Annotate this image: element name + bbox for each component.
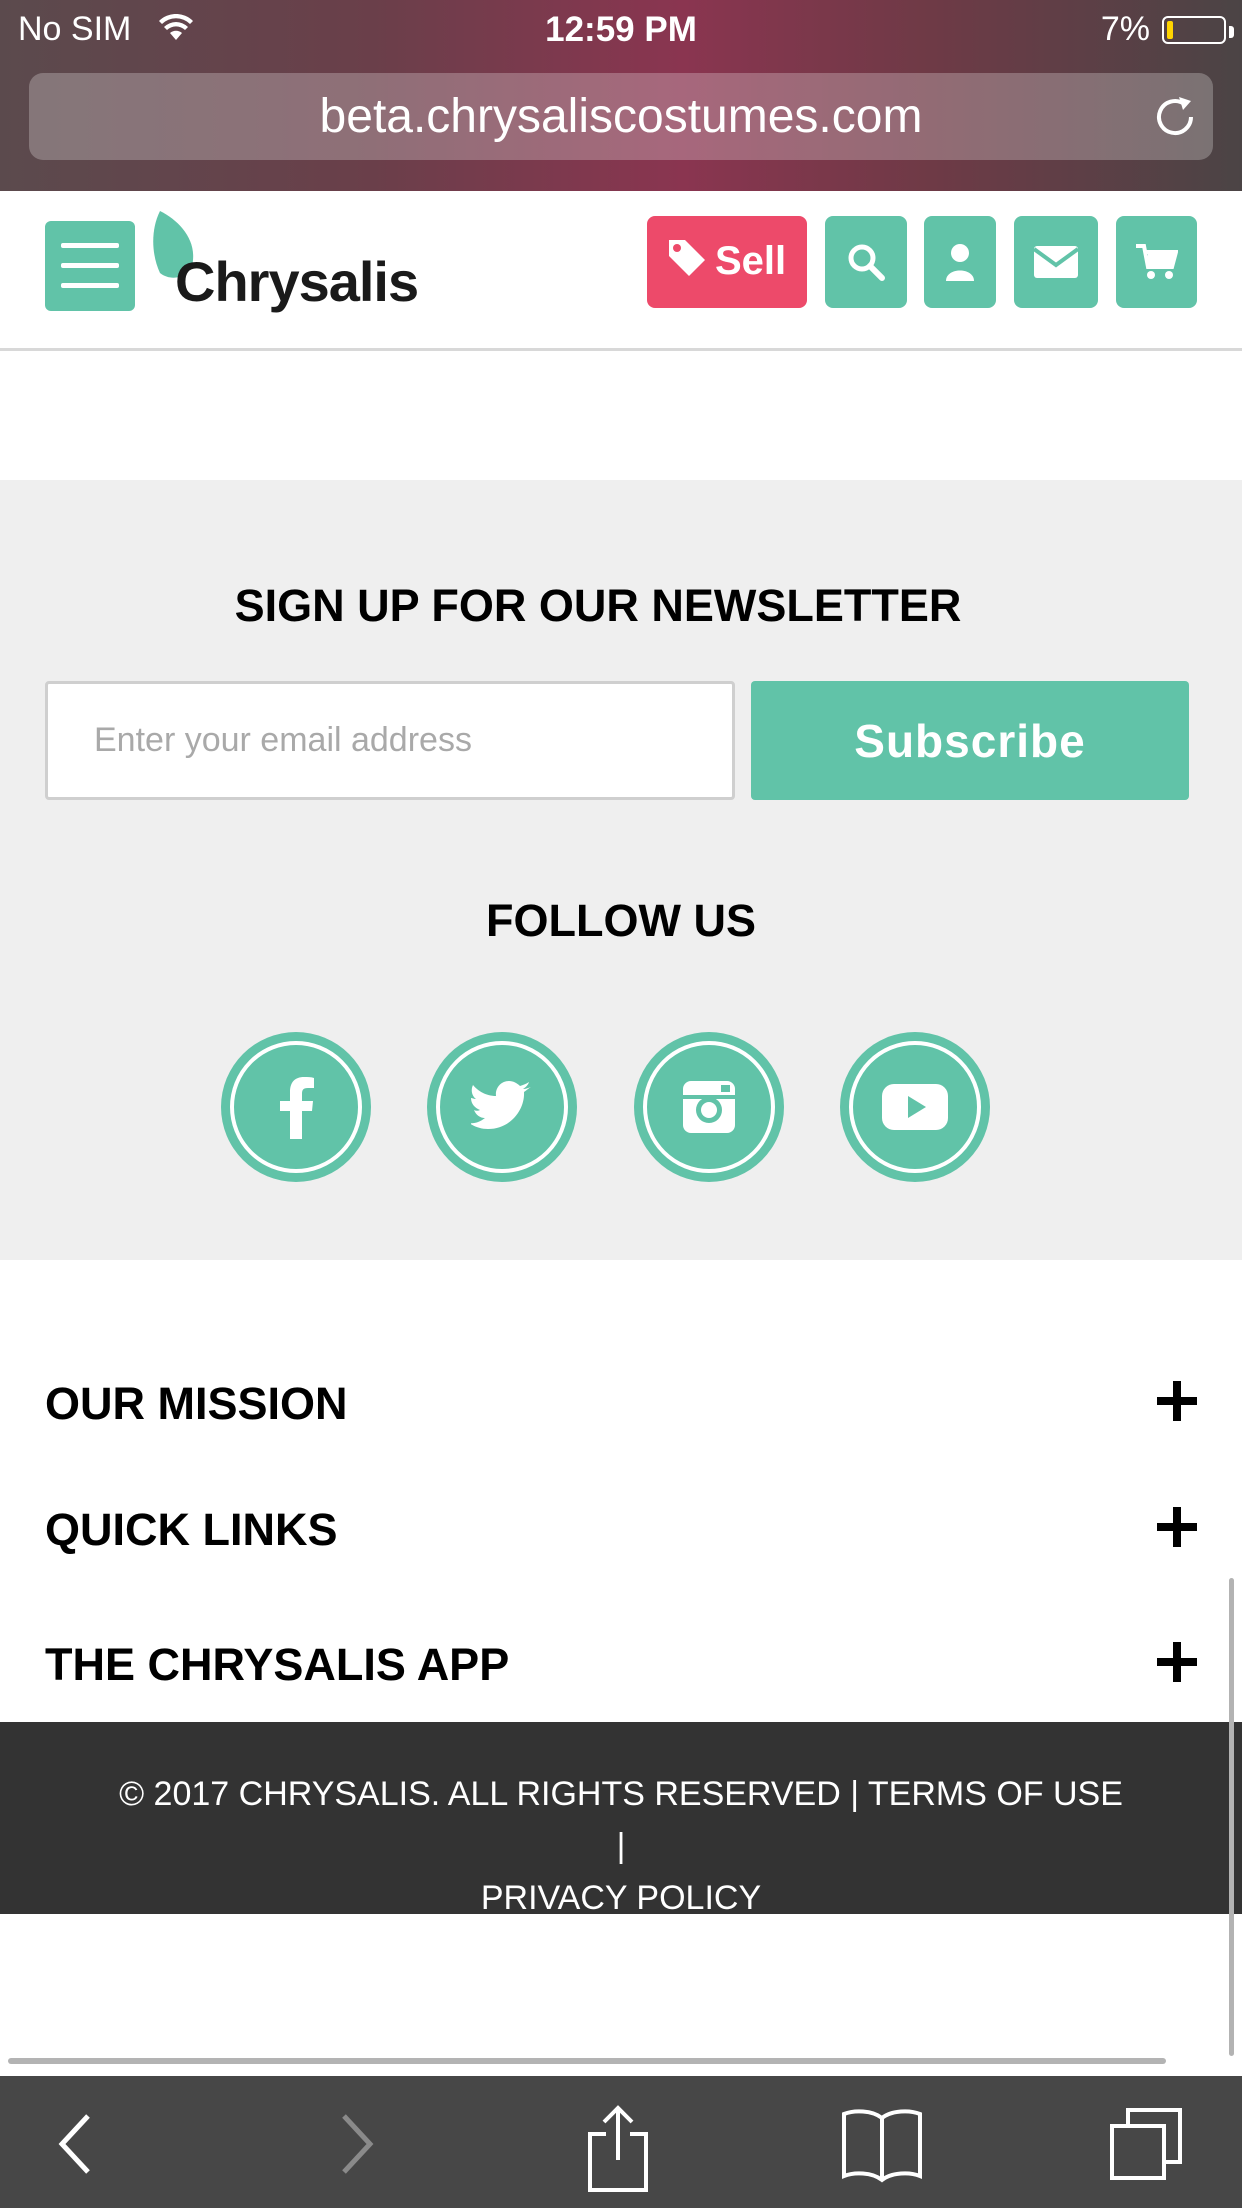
chevron-right-icon	[342, 2114, 374, 2174]
email-field[interactable]	[45, 681, 735, 800]
newsletter-title: SIGN UP FOR OUR NEWSLETTER	[234, 580, 962, 631]
copyright-text: © 2017 CHRYSALIS. ALL RIGHTS RESERVED | …	[110, 1768, 1132, 1924]
plus-icon[interactable]	[1157, 1631, 1197, 1691]
accordion-our-mission[interactable]: OUR MISSION	[45, 1358, 1197, 1448]
open-book-icon	[842, 2109, 922, 2183]
sell-label: Sell	[715, 239, 787, 283]
site-header: Chrysalis Sell	[0, 191, 1242, 351]
facebook-button[interactable]	[221, 1032, 371, 1182]
share-icon	[588, 2105, 648, 2192]
copyright-bar: © 2017 CHRYSALIS. ALL RIGHTS RESERVED | …	[0, 1722, 1242, 1917]
logo-text[interactable]: Chrysalis	[175, 249, 419, 314]
plus-icon[interactable]	[1157, 1370, 1197, 1430]
privacy-policy-link[interactable]: PRIVACY POLICY	[110, 1872, 1132, 1924]
forward-button[interactable]	[314, 2104, 394, 2184]
status-bar: No SIM 12:59 PM 7%	[0, 0, 1242, 62]
instagram-icon	[683, 1081, 735, 1133]
tabs-icon	[1110, 2108, 1182, 2180]
url-text: beta.chrysaliscostumes.com	[319, 90, 923, 143]
accordion-quick-links[interactable]: QUICK LINKS	[45, 1484, 1197, 1574]
accordion-label: OUR MISSION	[45, 1378, 348, 1429]
sell-button[interactable]: Sell	[647, 216, 807, 308]
envelope-icon	[1034, 246, 1078, 278]
accordion-label: THE CHRYSALIS APP	[45, 1639, 510, 1690]
vertical-scrollbar[interactable]	[1229, 1578, 1234, 2056]
search-button[interactable]	[825, 216, 907, 308]
battery-nub	[1229, 26, 1234, 38]
tabs-button[interactable]	[1106, 2104, 1186, 2184]
battery-percentage: 7%	[1100, 10, 1150, 48]
hamburger-menu-button[interactable]	[45, 221, 135, 311]
account-button[interactable]	[924, 216, 996, 308]
twitter-icon	[471, 1081, 531, 1129]
follow-us-title: FOLLOW US	[486, 895, 756, 946]
instagram-button[interactable]	[634, 1032, 784, 1182]
clock: 12:59 PM	[545, 10, 697, 49]
horizontal-scrollbar[interactable]	[8, 2058, 1166, 2064]
share-button[interactable]	[578, 2104, 658, 2192]
bookmarks-button[interactable]	[840, 2104, 922, 2184]
chevron-left-icon	[58, 2114, 90, 2174]
accordion-chrysalis-app[interactable]: THE CHRYSALIS APP	[45, 1619, 1197, 1709]
newsletter-section: SIGN UP FOR OUR NEWSLETTER Subscribe FOL…	[0, 480, 1242, 1260]
back-button[interactable]	[38, 2104, 118, 2184]
user-icon	[946, 244, 974, 281]
cart-button[interactable]	[1116, 216, 1197, 308]
copyright-line-1[interactable]: © 2017 CHRYSALIS. ALL RIGHTS RESERVED | …	[110, 1768, 1132, 1872]
accordion-label: QUICK LINKS	[45, 1504, 338, 1555]
plus-icon[interactable]	[1157, 1496, 1197, 1556]
reload-icon[interactable]	[1151, 93, 1199, 141]
tag-icon	[667, 238, 707, 283]
browser-chrome-top: No SIM 12:59 PM 7% beta.chrysaliscostume…	[0, 0, 1242, 191]
address-bar[interactable]: beta.chrysaliscostumes.com	[29, 73, 1213, 160]
facebook-icon	[280, 1077, 314, 1139]
cart-icon	[1135, 244, 1178, 279]
contact-button[interactable]	[1014, 216, 1098, 308]
twitter-button[interactable]	[427, 1032, 577, 1182]
search-icon	[848, 244, 885, 281]
battery-icon	[1162, 16, 1226, 44]
browser-toolbar	[0, 2076, 1242, 2208]
youtube-button[interactable]	[840, 1032, 990, 1182]
subscribe-button[interactable]: Subscribe	[751, 681, 1189, 800]
youtube-icon	[882, 1084, 948, 1130]
